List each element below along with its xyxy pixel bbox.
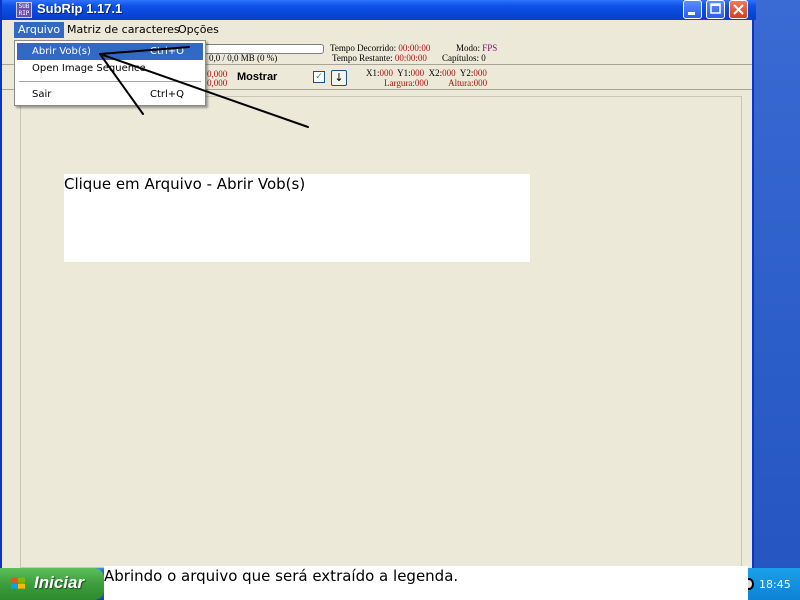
minimize-icon — [688, 12, 695, 15]
largura-label: Largura: — [384, 78, 415, 88]
menu-opcoes[interactable]: Opções — [174, 22, 223, 38]
capitulos: Capítulos: 0 — [442, 53, 486, 63]
close-icon — [733, 4, 744, 15]
arquivo-dropdown-menu: Abrir Vob(s) Ctrl+O Open Image Sequence … — [14, 40, 206, 106]
menu-item-label: Abrir Vob(s) — [32, 46, 91, 57]
down-arrow-button[interactable]: ↓ — [331, 70, 347, 86]
tempo-decorrido: Tempo Decorrido: 00:00:00 — [330, 43, 430, 53]
caption-text: Abrindo o arquivo que será extraído a le… — [104, 567, 459, 585]
menu-separator — [19, 81, 201, 83]
y1-value: 000 — [410, 68, 425, 78]
mostrar-label: Mostrar — [237, 71, 278, 83]
largura-value: 000 — [414, 78, 429, 88]
windows-logo-icon — [11, 577, 25, 589]
tempo-restante-value: 00:00:00 — [394, 53, 427, 63]
menu-item-label: Sair — [32, 89, 52, 100]
maximize-icon — [710, 3, 721, 14]
menu-matriz-de-caracteres[interactable]: Matriz de caracteres — [63, 22, 184, 38]
y2-value: 000 — [473, 68, 487, 78]
capitulos-value: 0 — [481, 53, 486, 63]
annotation-text: Clique em Arquivo - Abrir Vob(s) — [64, 175, 306, 193]
x1-label: X1: — [366, 68, 380, 78]
y2-label: Y2: — [459, 68, 474, 78]
modo-label: Modo: — [456, 43, 481, 53]
y1-label: Y1: — [397, 68, 411, 78]
altura-value: 000 — [473, 78, 488, 88]
menu-item-sair[interactable]: Sair Ctrl+Q — [17, 86, 203, 103]
capitulos-label: Capítulos: — [442, 53, 480, 63]
menu-item-abrir-vobs[interactable]: Abrir Vob(s) Ctrl+O — [17, 43, 203, 60]
size-row: Largura:000 Altura:000 — [384, 78, 487, 88]
close-button[interactable] — [729, 0, 748, 19]
progress-text: 0,0 / 0,0 MB (0 %) — [209, 53, 278, 63]
client-area: 0,0 / 0,0 MB (0 %) Tempo Decorrido: 00:0… — [2, 40, 752, 568]
tempo-decorrido-value: 00:00:00 — [398, 43, 431, 53]
menu-item-shortcut: Ctrl+O — [150, 46, 185, 57]
annotation-box: Clique em Arquivo - Abrir Vob(s) — [64, 174, 530, 262]
tempo-restante: Tempo Restante: 00:00:00 — [332, 53, 427, 63]
tempo-decorrido-label: Tempo Decorrido: — [330, 43, 397, 53]
value-bottom: 0,000 — [207, 78, 228, 88]
start-label: Iniciar — [34, 573, 85, 592]
modo-value: FPS — [482, 43, 498, 53]
down-arrow-icon: ↓ — [334, 71, 344, 84]
maximize-button[interactable] — [706, 0, 725, 19]
modo: Modo: FPS — [456, 43, 497, 53]
x2-label: X2: — [428, 68, 443, 78]
altura-label: Altura: — [448, 78, 474, 88]
system-tray: 18:45 — [740, 568, 800, 600]
start-button[interactable]: Iniciar — [0, 568, 104, 600]
tempo-restante-label: Tempo Restante: — [332, 53, 393, 63]
x2-value: 000 — [442, 68, 456, 78]
x1-value: 000 — [379, 68, 394, 78]
menu-arquivo[interactable]: Arquivo — [14, 22, 65, 38]
clock[interactable]: 18:45 — [759, 578, 791, 591]
menu-bar: Arquivo Matriz de caracteres Opções — [2, 20, 752, 40]
coords-row: X1:000 Y1:000 X2:000 Y2:000 — [366, 68, 487, 78]
mostrar-checkbox[interactable]: ✓ — [313, 71, 325, 83]
menu-item-shortcut: Ctrl+Q — [150, 89, 185, 100]
minimize-button[interactable] — [683, 0, 702, 19]
title-bar[interactable]: SUB RIP SubRip 1.17.1 — [2, 0, 756, 20]
menu-item-label: Open Image Sequence — [32, 63, 146, 74]
subtitle-preview-area — [20, 96, 742, 568]
subrip-app-icon: SUB RIP — [16, 2, 32, 18]
check-icon: ✓ — [315, 72, 323, 82]
caption-box: Abrindo o arquivo que será extraído a le… — [104, 566, 748, 600]
menu-item-open-image-sequence[interactable]: Open Image Sequence — [17, 60, 203, 77]
window-title: SubRip 1.17.1 — [37, 1, 123, 16]
